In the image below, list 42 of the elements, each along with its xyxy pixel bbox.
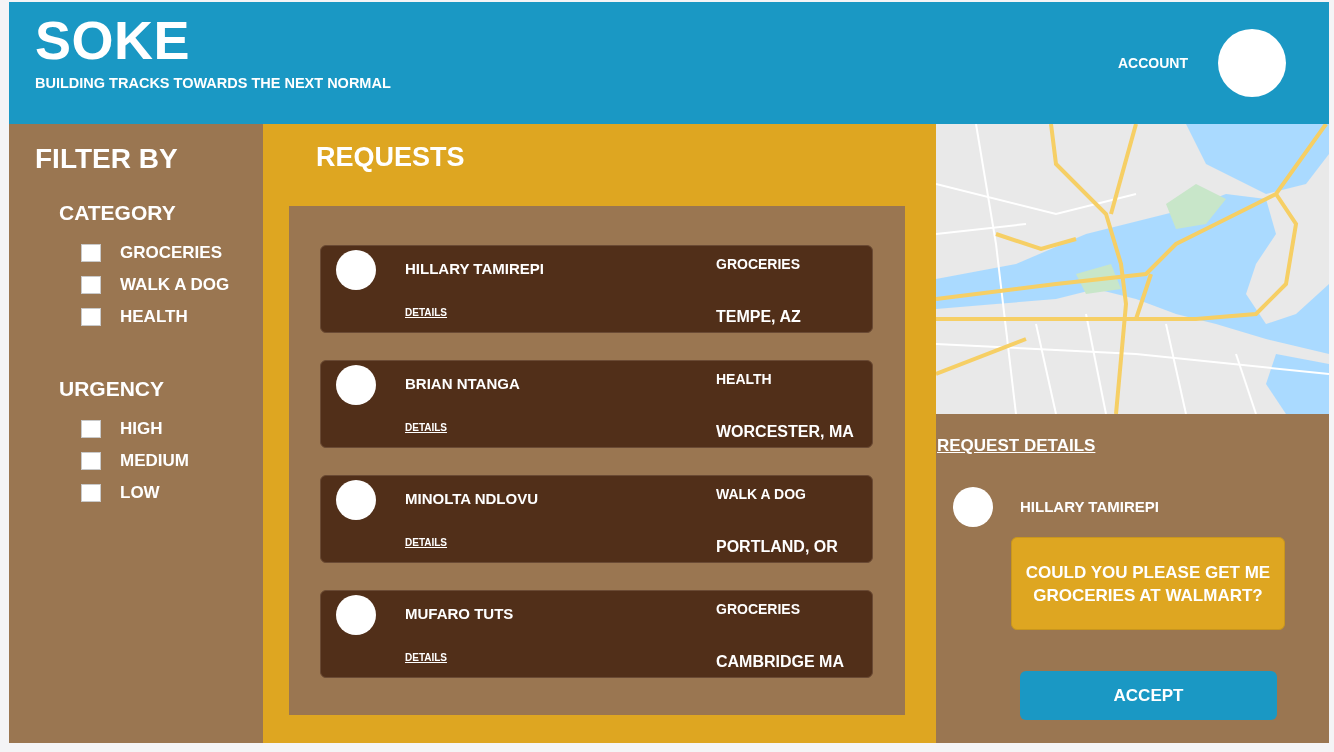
requester-name: HILLARY TAMIREPI — [405, 260, 544, 278]
checkbox-label: GROCERIES — [120, 243, 223, 263]
checkbox[interactable] — [81, 244, 101, 262]
section-title: URGENCY — [59, 377, 165, 401]
details-title: REQUEST DETAILS — [937, 435, 1096, 457]
checkbox[interactable] — [81, 420, 101, 438]
checkbox[interactable] — [81, 276, 101, 294]
details-link[interactable]: DETAILS — [405, 422, 448, 434]
details-link[interactable]: DETAILS — [405, 307, 448, 319]
logo-text: SOKE — [35, 13, 192, 67]
checkbox-label: LOW — [120, 483, 160, 503]
request-location: TEMPE, AZ — [716, 307, 801, 326]
filter-title: FILTER BY — [35, 143, 179, 175]
details-link[interactable]: DETAILS — [405, 537, 448, 549]
request-location: WORCESTER, MA — [716, 422, 854, 441]
request-message: COULD YOU PLEASE GET ME GROCERIES AT WALMART? — [1011, 537, 1285, 630]
details-link[interactable]: DETAILS — [405, 652, 448, 664]
checkbox-label: HEALTH — [120, 307, 188, 327]
request-category: HEALTH — [716, 371, 772, 388]
requester-name: BRIAN NTANGA — [405, 375, 520, 393]
avatar-placeholder — [336, 250, 376, 290]
requester-name: HILLARY TAMIREPI — [1020, 498, 1159, 516]
request-location: CAMBRIDGE MA — [716, 652, 844, 671]
requester-name: MINOLTA NDLOVU — [405, 490, 539, 508]
requests-title: REQUESTS — [316, 142, 466, 172]
avatar-placeholder — [336, 480, 376, 520]
section-title: CATEGORY — [59, 201, 177, 225]
requester-name: MUFARO TUTS — [405, 605, 514, 623]
tagline: BUILDING TRACKS TOWARDS THE NEXT NORMAL — [35, 75, 391, 92]
checkbox[interactable] — [81, 452, 101, 470]
checkbox[interactable] — [81, 308, 101, 326]
avatar-placeholder — [336, 365, 376, 405]
request-category: GROCERIES — [716, 601, 800, 618]
request-category: GROCERIES — [716, 256, 800, 273]
avatar-placeholder — [953, 487, 993, 527]
checkbox[interactable] — [81, 484, 101, 502]
request-location: PORTLAND, OR — [716, 537, 838, 556]
checkbox-label: HIGH — [120, 419, 163, 439]
checkbox-label: WALK A DOG — [120, 275, 230, 295]
checkbox-label: MEDIUM — [120, 451, 189, 471]
avatar-placeholder — [336, 595, 376, 635]
request-category: WALK A DOG — [716, 486, 806, 503]
